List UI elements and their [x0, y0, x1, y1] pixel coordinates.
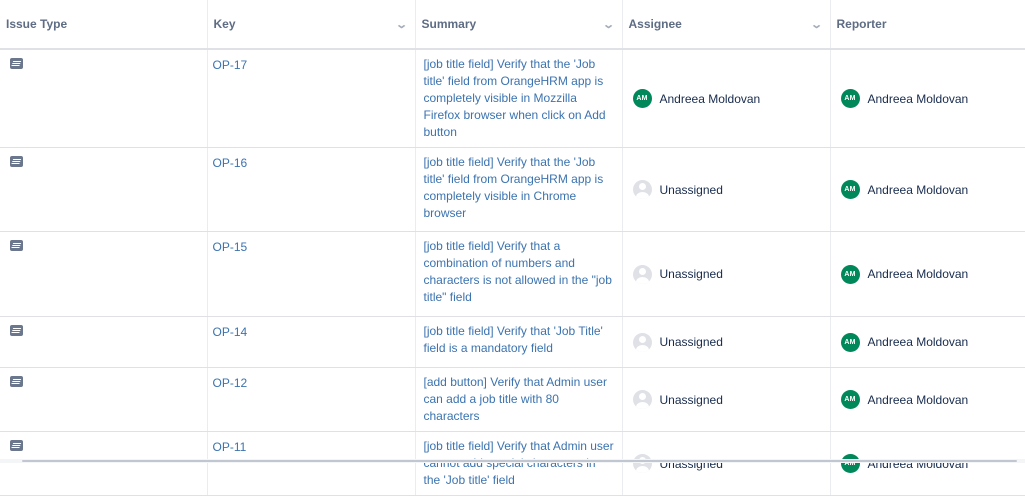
table-row[interactable]: OP-14 [job title field] Verify that 'Job…	[0, 316, 1025, 368]
reporter-name: Andreea Moldovan	[867, 182, 969, 197]
assignee-name: Unassigned	[659, 182, 723, 197]
avatar: AM	[840, 89, 860, 108]
table-header-row: Issue Type Key ⌄ Summary ⌄ Assignee ⌄ Repor…	[0, 0, 1025, 50]
column-header-reporter[interactable]: Reporter	[830, 0, 1025, 50]
avatar: AM	[632, 89, 652, 108]
task-icon	[10, 440, 23, 451]
task-icon	[10, 58, 23, 69]
unassigned-avatar-icon	[632, 390, 652, 409]
avatar: AM	[840, 454, 860, 473]
reporter-name: Andreea Moldovan	[867, 91, 969, 106]
assignee-name: Unassigned	[659, 392, 723, 407]
task-icon	[10, 325, 23, 336]
assignee-name: Unassigned	[659, 267, 723, 281]
column-label: Reporter	[836, 17, 887, 31]
issue-key-link[interactable]: OP-15	[213, 240, 248, 254]
reporter[interactable]: AM Andreea Moldovan	[840, 390, 1025, 409]
assignee[interactable]: Unassigned	[632, 180, 830, 199]
task-icon	[10, 156, 23, 167]
issue-summary-link[interactable]: [job title field] Verify that a combinat…	[424, 239, 612, 304]
issue-key-link[interactable]: OP-11	[213, 440, 247, 454]
reporter[interactable]: AM Andreea Moldovan	[840, 89, 1025, 108]
issue-summary-link[interactable]: [job title field] Verify that 'Job Title…	[424, 324, 603, 355]
unassigned-avatar-icon	[632, 264, 652, 284]
avatar: AM	[840, 264, 860, 284]
issue-key-link[interactable]: OP-14	[213, 325, 248, 339]
scrollbar-thumb[interactable]	[22, 460, 1017, 462]
column-label: Summary	[421, 17, 477, 31]
assignee[interactable]: Unassigned	[632, 264, 830, 284]
assignee[interactable]: Unassigned	[632, 454, 830, 473]
reporter-name: Andreea Moldovan	[867, 392, 969, 407]
reporter[interactable]: AM Andreea Moldovan	[840, 454, 1025, 473]
task-icon	[10, 240, 23, 251]
task-icon	[10, 376, 23, 387]
reporter-name: Andreea Moldovan	[867, 335, 969, 349]
table-row[interactable]: OP-16 [job title field] Verify that the …	[0, 147, 1025, 232]
chevron-down-icon[interactable]: ⌄	[395, 18, 408, 31]
column-header-assignee[interactable]: Assignee ⌄	[622, 0, 831, 50]
column-label: Assignee	[628, 17, 682, 31]
column-label: Key	[213, 17, 236, 31]
issue-summary-link[interactable]: [job title field] Verify that the 'Job t…	[424, 155, 604, 220]
issues-table: Issue Type Key ⌄ Summary ⌄ Assignee ⌄ Repor…	[0, 0, 1025, 496]
issue-key-link[interactable]: OP-16	[213, 156, 248, 170]
avatar: AM	[840, 390, 860, 409]
avatar: AM	[840, 180, 860, 199]
horizontal-scrollbar[interactable]	[0, 459, 1025, 463]
issue-summary-link[interactable]: [job title field] Verify that the 'Job t…	[424, 57, 606, 139]
assignee[interactable]: AM Andreea Moldovan	[632, 89, 830, 108]
assignee[interactable]: Unassigned	[632, 390, 830, 409]
issue-key-link[interactable]: OP-12	[213, 376, 248, 390]
column-header-summary[interactable]: Summary ⌄	[415, 0, 623, 50]
unassigned-avatar-icon	[632, 332, 652, 352]
column-header-key[interactable]: Key ⌄	[207, 0, 416, 50]
reporter[interactable]: AM Andreea Moldovan	[840, 180, 1025, 199]
table-row[interactable]: OP-11 [job title field] Verify that Admi…	[0, 431, 1025, 496]
chevron-down-icon[interactable]: ⌄	[810, 18, 823, 31]
table-row[interactable]: OP-17 [job title field] Verify that the …	[0, 49, 1025, 148]
issue-summary-link[interactable]: [add button] Verify that Admin user can …	[424, 375, 607, 423]
table-row[interactable]: OP-12 [add button] Verify that Admin use…	[0, 367, 1025, 432]
issue-key-link[interactable]: OP-17	[213, 58, 248, 72]
assignee-name: Andreea Moldovan	[659, 91, 761, 106]
issue-summary-link[interactable]: [job title field] Verify that Admin user…	[424, 439, 614, 487]
reporter-name: Andreea Moldovan	[867, 267, 969, 281]
avatar: AM	[840, 332, 860, 352]
assignee[interactable]: Unassigned	[632, 332, 830, 352]
table-row[interactable]: OP-15 [job title field] Verify that a co…	[0, 231, 1025, 317]
reporter[interactable]: AM Andreea Moldovan	[840, 264, 1025, 284]
column-label: Issue Type	[6, 17, 68, 31]
reporter[interactable]: AM Andreea Moldovan	[840, 332, 1025, 352]
chevron-down-icon[interactable]: ⌄	[602, 18, 615, 31]
unassigned-avatar-icon	[632, 454, 652, 473]
unassigned-avatar-icon	[632, 180, 652, 199]
column-header-issue-type[interactable]: Issue Type	[0, 0, 208, 50]
assignee-name: Unassigned	[659, 335, 723, 349]
